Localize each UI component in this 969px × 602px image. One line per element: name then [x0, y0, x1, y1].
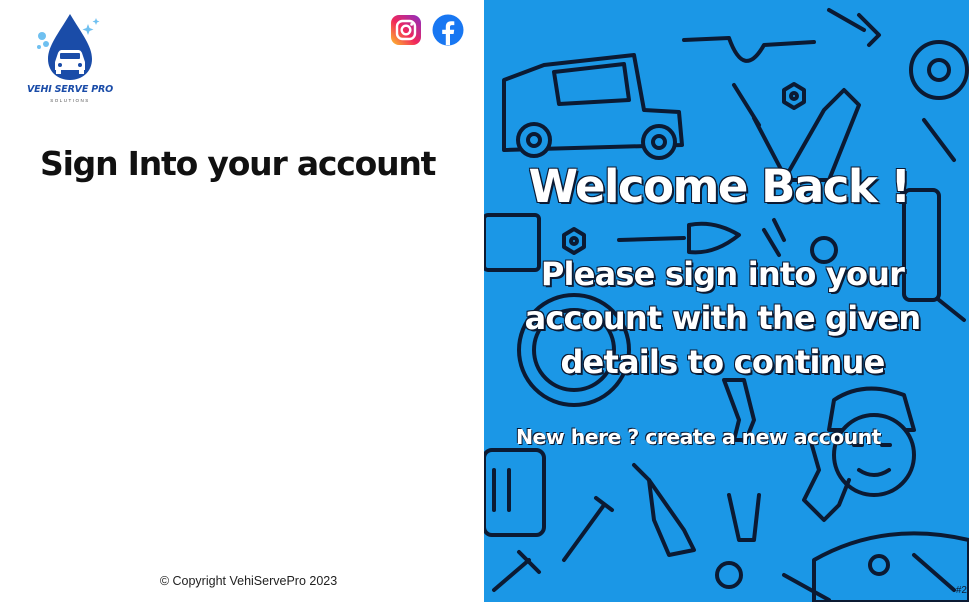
- brush-icon: [617, 221, 741, 255]
- grease-gun-icon: [647, 478, 696, 557]
- bolt-icon: [562, 496, 614, 562]
- nut-icon: [782, 82, 806, 110]
- facebook-icon: [432, 14, 464, 46]
- gear-icon: [715, 561, 743, 589]
- hammer-icon: [492, 550, 541, 592]
- page-title: Sign Into your account: [40, 144, 436, 183]
- brand-name: VEHI SERVE PRO: [27, 84, 113, 95]
- car-wash-drop-icon: [37, 14, 100, 80]
- corner-tag: #2: [955, 585, 967, 596]
- facebook-link[interactable]: [432, 14, 464, 46]
- wrench-icon: [827, 8, 881, 47]
- signin-panel: VEHI SERVE PRO SOLUTIONS Sign Into your …: [0, 0, 484, 602]
- welcome-message-line: details to continue: [560, 343, 885, 381]
- clamp-icon: [727, 493, 761, 542]
- welcome-message-line: Please sign into your: [540, 255, 905, 293]
- copyright-text: © Copyright VehiServePro 2023: [159, 574, 338, 588]
- welcome-heading: Welcome Back !: [528, 160, 911, 213]
- truck-icon: [502, 53, 684, 160]
- instagram-icon: [391, 15, 421, 45]
- instagram-link[interactable]: [390, 14, 422, 46]
- brand-logo[interactable]: VEHI SERVE PRO SOLUTIONS: [24, 12, 116, 106]
- welcome-message-line: account with the given: [524, 299, 922, 337]
- welcome-panel: Welcome Back ! Please sign into your acc…: [484, 0, 969, 602]
- jumper-cable-icon: [682, 36, 816, 63]
- welcome-message: Please sign into your account with the g…: [484, 252, 961, 384]
- create-account-link[interactable]: New here ? create a new account: [516, 425, 881, 449]
- social-links: [390, 14, 464, 46]
- brand-tagline: SOLUTIONS: [50, 98, 90, 103]
- gear-icon: [909, 40, 969, 100]
- nut-icon: [562, 227, 586, 255]
